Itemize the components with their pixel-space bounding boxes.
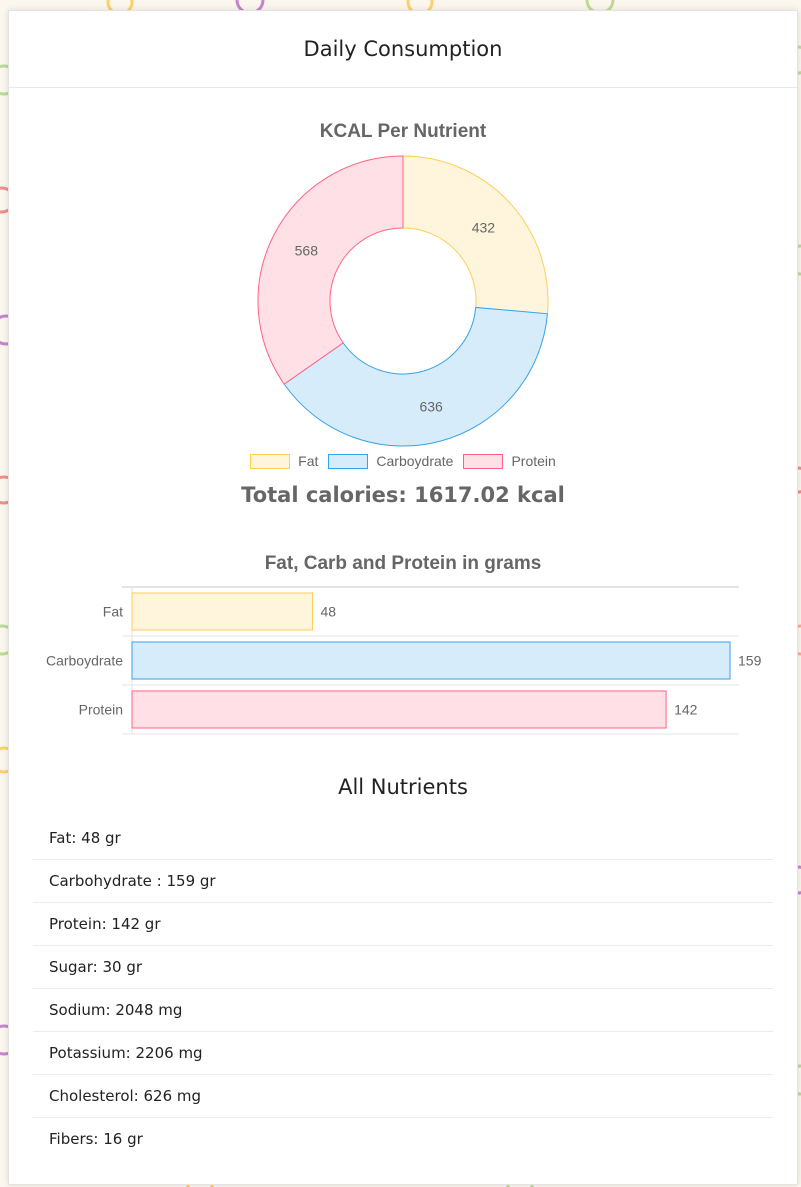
nutrient-item-potassium: Potassium: 2206 mg xyxy=(33,1032,773,1075)
card-title: Daily Consumption xyxy=(303,37,503,61)
bar-category-label-carboydrate: Carboydrate xyxy=(46,653,123,669)
daily-consumption-card: Daily Consumption KCAL Per Nutrient 432 6… xyxy=(8,10,798,1185)
bar-carboydrate[interactable] xyxy=(131,641,731,680)
nutrient-item-protein: Protein: 142 gr xyxy=(33,903,773,946)
donut-value-label-carboydrate: 636 xyxy=(419,398,443,414)
donut-slice-protein[interactable] xyxy=(257,155,404,385)
bar-category-label-fat: Fat xyxy=(103,604,123,620)
bar-category-label-protein: Protein xyxy=(79,702,123,718)
nutrient-item-cholesterol: Cholesterol: 626 mg xyxy=(33,1075,773,1118)
legend-swatch-fat xyxy=(250,453,291,469)
all-nutrients-title: All Nutrients xyxy=(338,775,468,799)
legend-label-fat: Fat xyxy=(298,453,319,469)
total-calories: Total calories: 1617.02 kcal xyxy=(241,483,565,507)
nutrient-item-fat: Fat: 48 gr xyxy=(33,817,773,860)
legend-label-protein: Protein xyxy=(511,453,556,469)
bar-value-label-carboydrate: 159 xyxy=(738,653,762,669)
donut-legend: Fat Carboydrate Protein xyxy=(9,453,797,469)
legend-item-protein[interactable]: Protein xyxy=(463,453,556,469)
bar-chart-title: Fat, Carb and Protein in grams xyxy=(264,553,542,574)
kcal-donut-chart: 432 636 568 xyxy=(257,155,549,447)
grams-bar-chart: Fat 48 Carboydrate 159 Protein 142 xyxy=(46,586,762,735)
legend-swatch-carbohydrate xyxy=(328,453,369,469)
nutrient-item-sodium: Sodium: 2048 mg xyxy=(33,989,773,1032)
nutrient-item-sugar: Sugar: 30 gr xyxy=(33,946,773,989)
donut-value-label-fat: 432 xyxy=(472,219,496,235)
donut-value-label-protein: 568 xyxy=(295,243,319,259)
legend-label-carbohydrate: Carboydrate xyxy=(376,453,454,469)
legend-item-fat[interactable]: Fat xyxy=(250,453,318,469)
bar-protein[interactable] xyxy=(131,690,667,729)
bar-fat[interactable] xyxy=(131,592,314,631)
card-header: Daily Consumption xyxy=(9,11,797,88)
bar-value-label-protein: 142 xyxy=(674,702,698,718)
bar-value-label-fat: 48 xyxy=(321,604,337,620)
nutrient-item-fibers: Fibers: 16 gr xyxy=(49,1130,143,1148)
legend-item-carbohydrate[interactable]: Carboydrate xyxy=(328,453,453,469)
legend-swatch-protein xyxy=(463,453,504,469)
donut-chart-title: KCAL Per Nutrient xyxy=(319,121,487,142)
nutrient-item-carbohydrate: Carbohydrate : 159 gr xyxy=(33,860,773,903)
nutrient-list: Fat: 48 gr Carbohydrate : 159 gr Protein… xyxy=(33,817,773,1160)
